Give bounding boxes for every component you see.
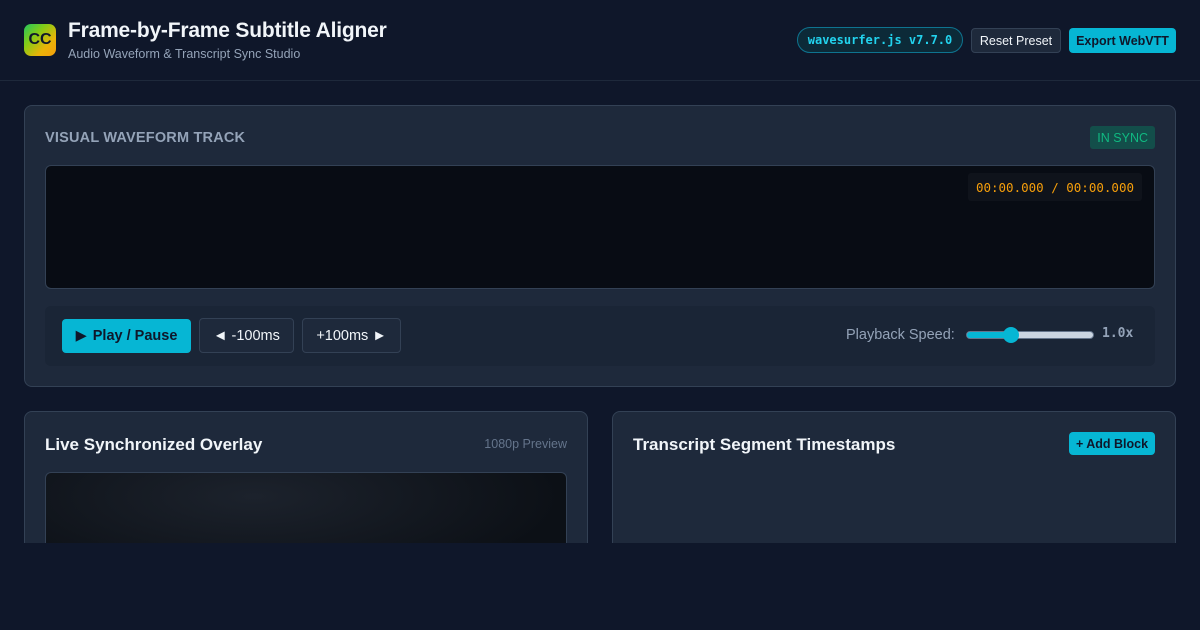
app-title: Frame-by-Frame Subtitle Aligner	[68, 19, 387, 42]
app-header: CC Frame-by-Frame Subtitle Aligner Audio…	[0, 0, 1200, 81]
play-icon: ▶	[75, 328, 87, 344]
export-webvtt-button[interactable]: Export WebVTT	[1069, 28, 1176, 53]
add-block-button[interactable]: + Add Block	[1069, 432, 1155, 455]
arrow-left-icon: ◄	[213, 327, 228, 344]
playback-controls: ▶ Play / Pause ◄ -100ms +100ms ► Playbac…	[45, 306, 1155, 366]
playback-speed-value: 1.0x	[1102, 326, 1134, 341]
step-back-button[interactable]: ◄ -100ms	[199, 318, 294, 353]
speed-slider-thumb[interactable]	[1002, 327, 1019, 343]
version-badge: wavesurfer.js v7.7.0	[797, 27, 963, 53]
app-subtitle: Audio Waveform & Transcript Sync Studio	[68, 47, 301, 61]
waveform-canvas[interactable]: 00:00.000 / 00:00.000	[45, 165, 1155, 289]
step-back-label: -100ms	[231, 327, 280, 344]
sync-status-badge: IN SYNC	[1090, 126, 1155, 149]
step-forward-label: +100ms	[316, 327, 369, 344]
overlay-panel: Live Synchronized Overlay 1080p Preview	[24, 411, 588, 561]
page-background	[0, 543, 1200, 630]
play-pause-button[interactable]: ▶ Play / Pause	[62, 319, 191, 353]
playback-speed-label: Playback Speed:	[846, 327, 955, 343]
app-logo: CC	[24, 24, 56, 56]
preview-resolution-label: 1080p Preview	[484, 437, 567, 451]
time-readout: 00:00.000 / 00:00.000	[967, 173, 1142, 201]
reset-preset-button[interactable]: Reset Preset	[971, 28, 1061, 53]
waveform-panel: VISUAL WAVEFORM TRACK IN SYNC 00:00.000 …	[24, 105, 1176, 387]
step-forward-button[interactable]: +100ms ►	[302, 318, 401, 353]
waveform-heading: VISUAL WAVEFORM TRACK	[45, 130, 246, 146]
arrow-right-icon: ►	[372, 327, 387, 344]
transcript-panel: Transcript Segment Timestamps + Add Bloc…	[612, 411, 1176, 561]
play-pause-label: Play / Pause	[92, 328, 178, 344]
playback-speed-slider[interactable]	[966, 331, 1094, 339]
overlay-panel-title: Live Synchronized Overlay	[45, 435, 263, 454]
transcript-panel-title: Transcript Segment Timestamps	[633, 435, 896, 454]
